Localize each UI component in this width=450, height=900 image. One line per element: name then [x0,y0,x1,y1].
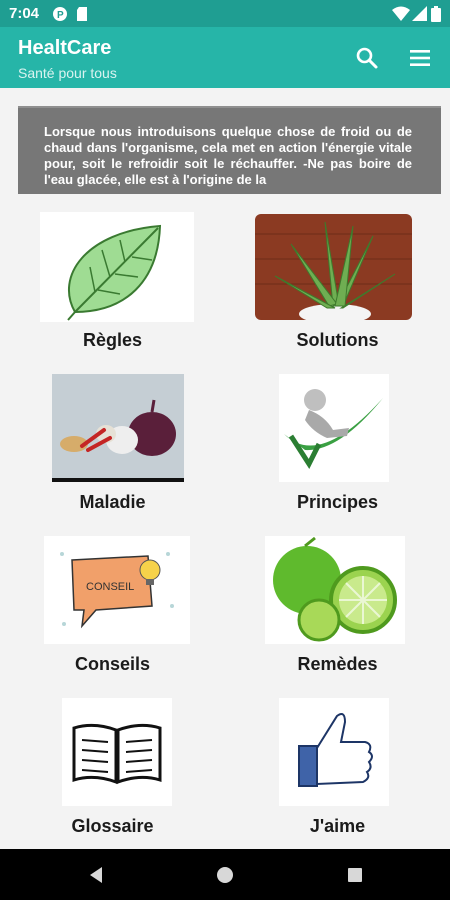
home-icon[interactable] [213,863,237,887]
cell-signal-icon [412,6,427,21]
recents-icon[interactable] [343,863,367,887]
app-bar: HealtCare Santé pour tous [0,27,450,88]
tile-label: Conseils [74,654,151,674]
search-icon[interactable] [352,43,382,73]
conseil-bubble-icon: CONSEIL [44,536,190,644]
system-nav-bar [0,849,450,900]
info-banner: Lorsque nous introduisons quelque chose … [18,106,441,194]
tile-label: Règles [82,330,143,350]
garlic-onion-icon [52,374,184,482]
sd-card-icon [77,7,87,21]
banner-text: Lorsque nous introduisons quelque chose … [44,124,412,187]
svg-text:CONSEIL: CONSEIL [86,581,134,593]
menu-icon[interactable] [405,43,435,73]
wifi-icon [392,6,410,21]
battery-icon [431,6,441,22]
relaxing-figure-icon [279,374,389,482]
tile-label: Glossaire [71,816,154,836]
p-notification-icon: P [53,7,67,21]
menu-tile-maladie[interactable]: Maladie [0,370,225,520]
svg-text:P: P [57,10,64,21]
menu-tile-regles[interactable]: Règles [0,208,225,358]
status-time: 7:04 [9,5,40,22]
menu-tile-glossaire[interactable]: Glossaire [0,694,225,844]
lime-icon [265,536,405,644]
open-book-icon [62,698,172,806]
menu-tile-conseils[interactable]: CONSEIL Conseils [0,532,225,682]
tile-label: Remèdes [297,654,378,674]
tile-label: Solutions [296,330,379,350]
leaf-icon [40,212,194,322]
aloe-plant-icon [255,214,412,320]
thumbs-up-icon [279,698,389,806]
menu-tile-remedes[interactable]: Remèdes [225,532,450,682]
status-bar: 7:04 P [0,0,450,27]
app-title: HealtCare [18,37,112,59]
tile-label: Principes [296,492,379,512]
app-subtitle: Santé pour tous [18,65,117,81]
menu-tile-principes[interactable]: Principes [225,370,450,520]
tile-label: Maladie [79,492,146,512]
menu-tile-jaime[interactable]: J'aime [225,694,450,844]
menu-tile-solutions[interactable]: Solutions [225,208,450,358]
tile-label: J'aime [309,816,366,836]
back-icon[interactable] [84,863,108,887]
